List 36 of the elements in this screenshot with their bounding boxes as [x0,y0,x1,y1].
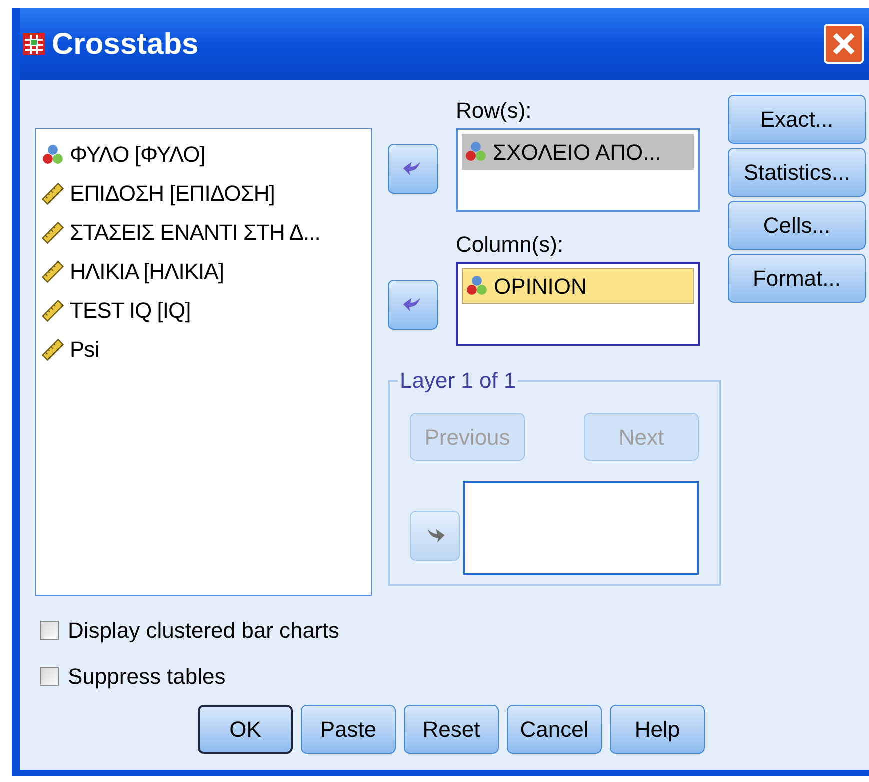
close-button[interactable] [824,24,864,64]
variable-list[interactable]: ΦΥΛΟ [ΦΥΛΟ] ΕΠΙΔΟΣΗ [ΕΠΙΔΟΣΗ] ΣΤΑΣΕΙΣ ΕΝΑΝΤΙ ΣΤΗ Δ... ΗΛΙΚΙΑ [ΗΛΙΚΙΑ] TEST IQ [IQ] Psi [35,128,372,596]
table-icon [22,32,46,56]
dialog-button[interactable]: Cancel [507,705,602,754]
dialog-button[interactable]: Paste [301,705,396,754]
dialog-button[interactable]: Help [610,705,705,754]
dialog-button[interactable]: Reset [404,705,499,754]
checkbox[interactable] [40,666,59,686]
layer-list[interactable] [463,481,699,575]
three-circles-icon [42,144,64,166]
dialog-button[interactable]: OK [198,705,293,754]
variable-item[interactable]: Psi [42,330,371,369]
move-button[interactable] [388,280,438,330]
variable-item[interactable]: TEST IQ [IQ] [42,291,371,330]
variable-item[interactable]: ΕΠΙΔΟΣΗ [ΕΠΙΔΟΣΗ] [42,174,371,213]
variable-item[interactable]: ΣΤΑΣΕΙΣ ΕΝΑΝΤΙ ΣΤΗ Δ... [42,213,371,252]
list-item[interactable]: ΣΧΟΛΕΙΟ ΑΠΟ... [462,134,694,170]
dialog-button[interactable]: Format... [728,254,866,303]
list-label: Row(s): [456,98,533,125]
target-list[interactable]: OPINION [456,262,700,346]
dialog-button[interactable]: Exact... [728,95,866,144]
dialog-button[interactable]: Cells... [728,201,866,250]
three-circles-icon [465,141,487,163]
group-title: Layer 1 of 1 [399,367,518,395]
checkbox-label: Suppress tables [68,662,226,691]
move-button[interactable] [388,144,438,194]
variable-item[interactable]: ΦΥΛΟ [ΦΥΛΟ] [42,135,371,174]
target-list[interactable]: ΣΧΟΛΕΙΟ ΑΠΟ... [456,128,700,212]
window-title: Crosstabs [52,26,200,62]
variable-item[interactable]: ΗΛΙΚΙΑ [ΗΛΙΚΙΑ] [42,252,371,291]
list-label: Column(s): [456,232,565,259]
dialog-button[interactable]: Statistics... [728,148,866,197]
list-item[interactable]: OPINION [462,268,694,304]
checkbox-label: Display clustered bar charts [68,616,340,645]
checkbox[interactable] [40,620,59,640]
three-circles-icon [466,275,488,297]
